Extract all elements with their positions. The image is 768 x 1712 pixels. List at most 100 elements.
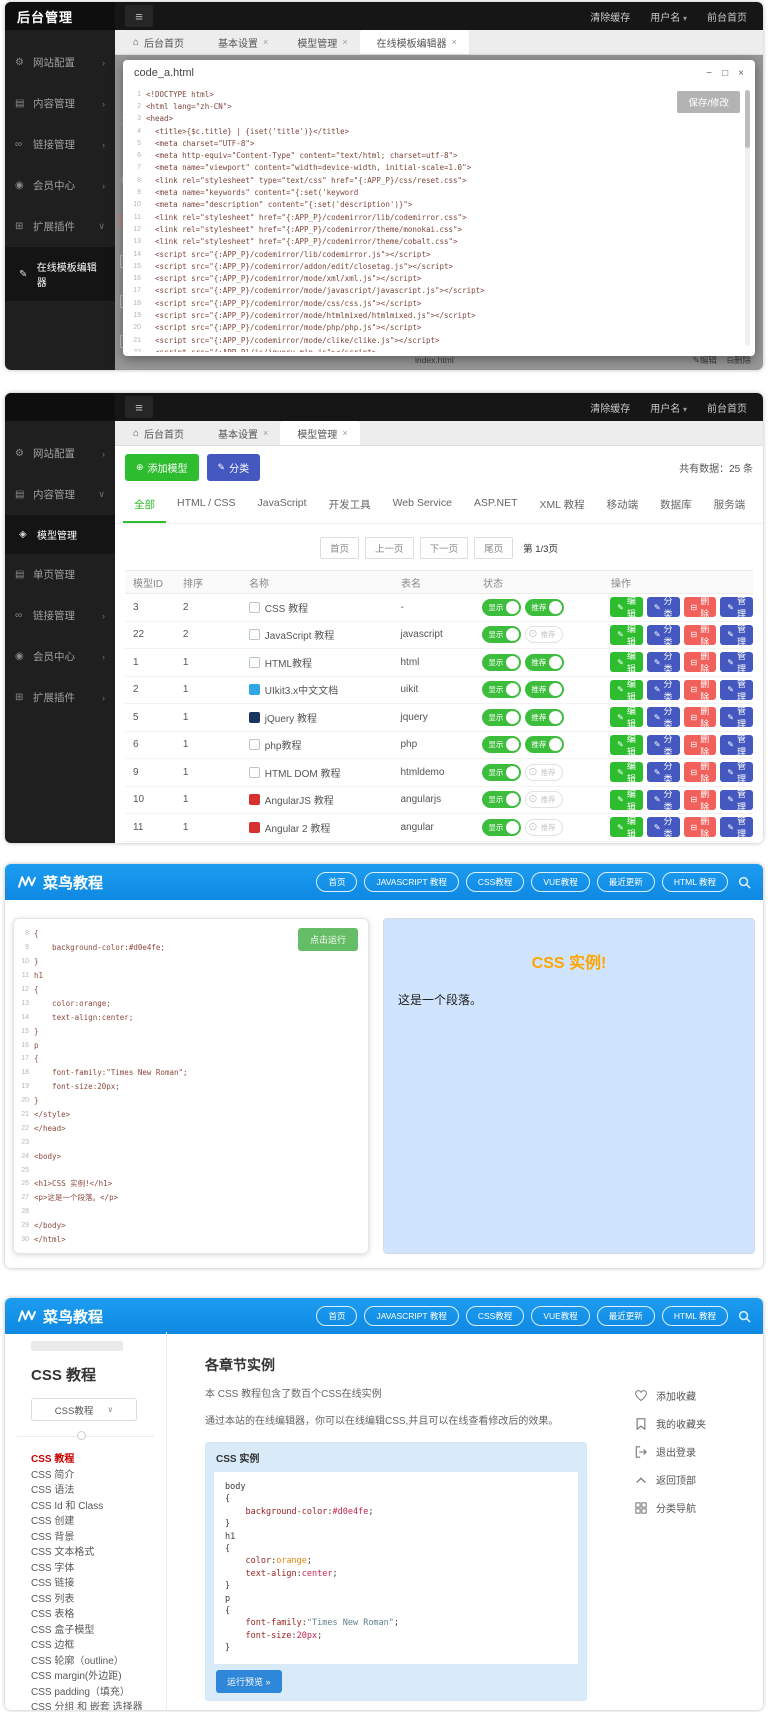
run-button[interactable]: 点击运行 (298, 928, 358, 951)
logout-link[interactable]: 退出登录 (635, 1444, 706, 1459)
classify-button[interactable]: ✎分类 (647, 597, 680, 617)
prev-page-button[interactable]: 上一页 (365, 537, 414, 559)
tab[interactable]: ⌂ 后台首页 (121, 30, 201, 54)
category-tab[interactable]: JavaScript (247, 488, 318, 523)
recommend-toggle[interactable]: ⊙推荐 (525, 626, 562, 643)
edit-button[interactable]: ✎编辑 (610, 762, 643, 782)
back-to-top-link[interactable]: 返回顶部 (635, 1472, 706, 1487)
chapter-link[interactable]: CSS 链接 (31, 1576, 166, 1592)
category-tab[interactable]: 全部 (123, 488, 166, 523)
visible-toggle[interactable]: 显示 (482, 764, 521, 781)
run-preview-button[interactable]: 运行预览 » (216, 1670, 282, 1693)
nav-link[interactable]: 首页 (316, 1306, 357, 1326)
chapter-link[interactable]: CSS margin(外边距) (31, 1669, 166, 1685)
chapter-link[interactable]: CSS 简介 (31, 1468, 166, 1484)
site-logo[interactable]: 菜鸟教程 (17, 872, 103, 893)
sidebar-item[interactable]: ⚙ 网站配置 › (5, 433, 115, 474)
search-icon[interactable] (738, 876, 751, 889)
menu-toggle-icon[interactable]: ≡ (125, 396, 153, 418)
username-menu[interactable]: 用户名 ▾ (650, 9, 687, 24)
sidebar-item-model-management[interactable]: ◈ 模型管理 (5, 515, 115, 554)
manage-button[interactable]: ✎管理 (720, 625, 753, 645)
menu-toggle-icon[interactable]: ≡ (125, 5, 153, 27)
recommend-toggle[interactable]: ⊙推荐 (525, 819, 562, 836)
chapter-link[interactable]: CSS 背景 (31, 1530, 166, 1546)
delete-button[interactable]: ⊟删除 (684, 597, 717, 617)
sidebar-item[interactable]: ⊞ 扩展插件 ∨ (5, 206, 115, 247)
classify-button[interactable]: ✎分类 (647, 762, 680, 782)
delete-button[interactable]: ⊟删除 (684, 762, 717, 782)
my-bookmarks-link[interactable]: 我的收藏夹 (635, 1416, 706, 1431)
recommend-toggle[interactable]: 推荐 (525, 599, 564, 616)
nav-link[interactable]: VUE教程 (531, 1306, 589, 1326)
site-logo[interactable]: 菜鸟教程 (17, 1306, 103, 1327)
manage-button[interactable]: ✎管理 (720, 762, 753, 782)
nav-link[interactable]: HTML 教程 (662, 872, 728, 892)
classify-button[interactable]: ✎分类 (647, 707, 680, 727)
recommend-toggle[interactable]: ⊙推荐 (525, 791, 562, 808)
visible-toggle[interactable]: 显示 (482, 626, 521, 643)
edit-button[interactable]: ✎编辑 (610, 680, 643, 700)
manage-button[interactable]: ✎管理 (720, 735, 753, 755)
tab[interactable]: 基本设置 × (201, 421, 280, 445)
category-tab[interactable]: 移动端 (596, 488, 650, 523)
nav-link[interactable]: VUE教程 (531, 872, 589, 892)
manage-button[interactable]: ✎管理 (720, 790, 753, 810)
manage-button[interactable]: ✎管理 (720, 597, 753, 617)
chapter-link[interactable]: CSS 文本格式 (31, 1545, 166, 1561)
category-tab[interactable]: ASP.NET (463, 488, 529, 523)
code-editor[interactable]: 8 { 9 background-color:#d0e4fe; 10 } 11 … (18, 927, 362, 1247)
classify-button[interactable]: ✎分类 (207, 454, 261, 481)
category-tab[interactable]: 数据库 (649, 488, 703, 523)
visible-toggle[interactable]: 显示 (482, 791, 521, 808)
nav-link[interactable]: 最近更新 (597, 872, 655, 892)
category-tab[interactable]: 网站建设 (756, 488, 763, 523)
classify-button[interactable]: ✎分类 (647, 735, 680, 755)
classify-button[interactable]: ✎分类 (647, 790, 680, 810)
next-page-button[interactable]: 下一页 (420, 537, 469, 559)
delete-button[interactable]: ⊟删除 (684, 707, 717, 727)
classify-button[interactable]: ✎分类 (647, 652, 680, 672)
edit-button[interactable]: ✎编辑 (610, 707, 643, 727)
category-tab[interactable]: 开发工具 (318, 488, 382, 523)
save-button[interactable]: 保存/修改 (677, 91, 740, 113)
tab-close-icon[interactable]: × (342, 428, 347, 438)
manage-button[interactable]: ✎管理 (720, 652, 753, 672)
chapter-link[interactable]: CSS 字体 (31, 1561, 166, 1577)
category-nav-link[interactable]: 分类导航 (635, 1500, 706, 1515)
chapter-link[interactable]: CSS padding（填充） (31, 1685, 166, 1701)
recommend-toggle[interactable]: 推荐 (525, 681, 564, 698)
classify-button[interactable]: ✎分类 (647, 625, 680, 645)
chapter-link[interactable]: CSS Id 和 Class (31, 1499, 166, 1515)
tab[interactable]: 基本设置 × (201, 30, 280, 54)
sidebar-item[interactable]: ∞ 链接管理 › (5, 595, 115, 636)
nav-link[interactable]: JAVASCRIPT 教程 (364, 872, 458, 892)
edit-button[interactable]: ✎编辑 (610, 625, 643, 645)
manage-button[interactable]: ✎管理 (720, 680, 753, 700)
tab[interactable]: ⌂ 后台首页 (121, 421, 201, 445)
edit-button[interactable]: ✎编辑 (610, 652, 643, 672)
sidebar-item[interactable]: ◉ 会员中心 › (5, 636, 115, 677)
visible-toggle[interactable]: 显示 (482, 599, 521, 616)
chapter-link[interactable]: CSS 轮廓（outline） (31, 1654, 166, 1670)
nav-link[interactable]: 最近更新 (597, 1306, 655, 1326)
edit-button[interactable]: ✎编辑 (610, 735, 643, 755)
chapter-link[interactable]: CSS 分组 和 嵌套 选择器 (31, 1700, 166, 1710)
nav-link[interactable]: CSS教程 (466, 872, 524, 892)
recommend-toggle[interactable]: 推荐 (525, 709, 564, 726)
manage-button[interactable]: ✎管理 (720, 707, 753, 727)
nav-link[interactable]: HTML 教程 (662, 1306, 728, 1326)
visible-toggle[interactable]: 显示 (482, 709, 521, 726)
chapter-link[interactable]: CSS 表格 (31, 1607, 166, 1623)
sidebar-item-template-editor[interactable]: ✎ 在线模板编辑器 (5, 247, 115, 301)
sidebar-item[interactable]: ▤ 内容管理 › (5, 83, 115, 124)
nav-link[interactable]: JAVASCRIPT 教程 (364, 1306, 458, 1326)
tutorial-select[interactable]: CSS教程∨ (31, 1398, 137, 1421)
category-tab[interactable]: 服务端 (703, 488, 757, 523)
recommend-toggle[interactable]: ⊙推荐 (525, 764, 562, 781)
delete-button[interactable]: ⊟删除 (684, 735, 717, 755)
add-favorite-link[interactable]: 添加收藏 (635, 1388, 706, 1403)
nav-link[interactable]: 首页 (316, 872, 357, 892)
recommend-toggle[interactable]: 推荐 (525, 736, 564, 753)
frontend-home-link[interactable]: 前台首页 (707, 9, 747, 24)
